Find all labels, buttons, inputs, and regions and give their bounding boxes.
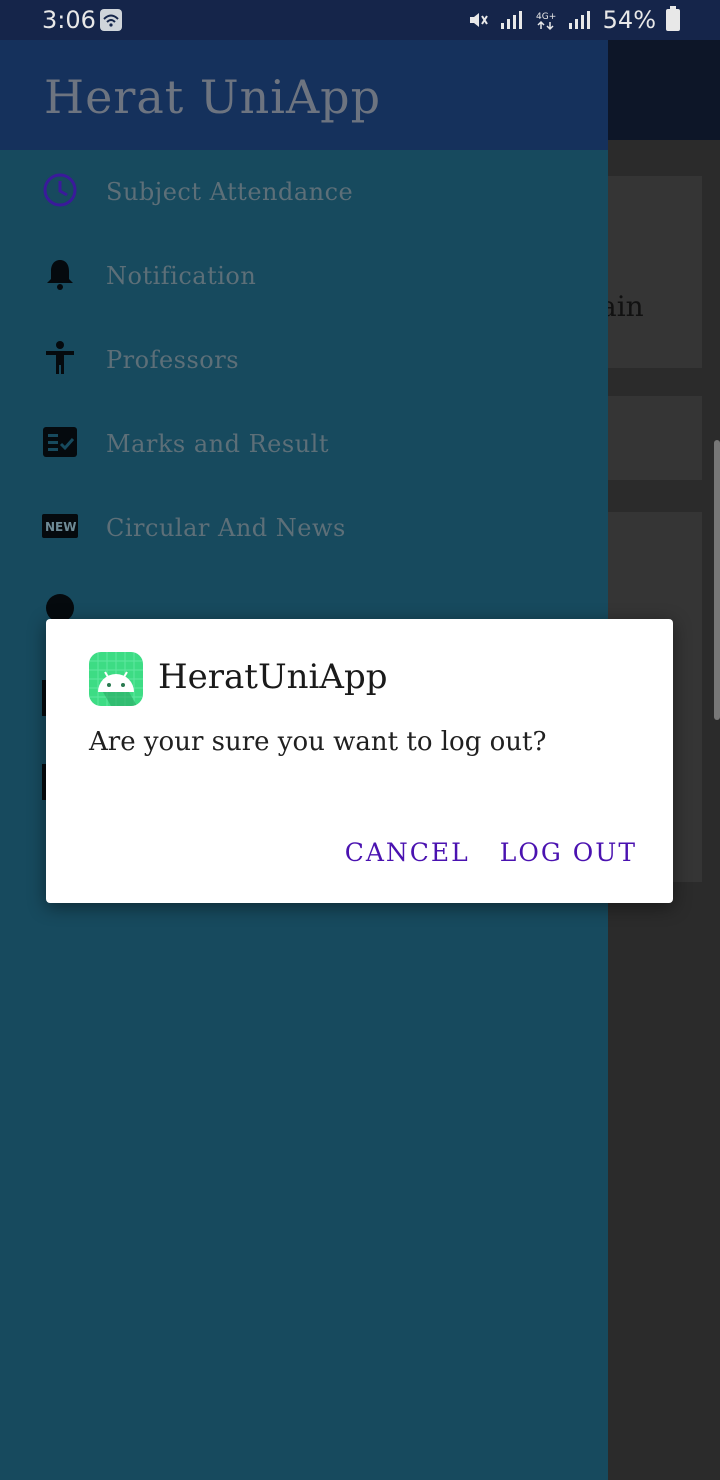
dialog-actions: CANCEL LOG OUT bbox=[345, 838, 637, 867]
logout-dialog: HeratUniApp Are your sure you want to lo… bbox=[46, 619, 673, 903]
dialog-message: Are your sure you want to log out? bbox=[89, 727, 547, 757]
android-app-icon bbox=[89, 652, 143, 706]
cancel-button[interactable]: CANCEL bbox=[345, 838, 470, 867]
dialog-title: HeratUniApp bbox=[158, 657, 388, 697]
logout-button[interactable]: LOG OUT bbox=[500, 838, 637, 867]
